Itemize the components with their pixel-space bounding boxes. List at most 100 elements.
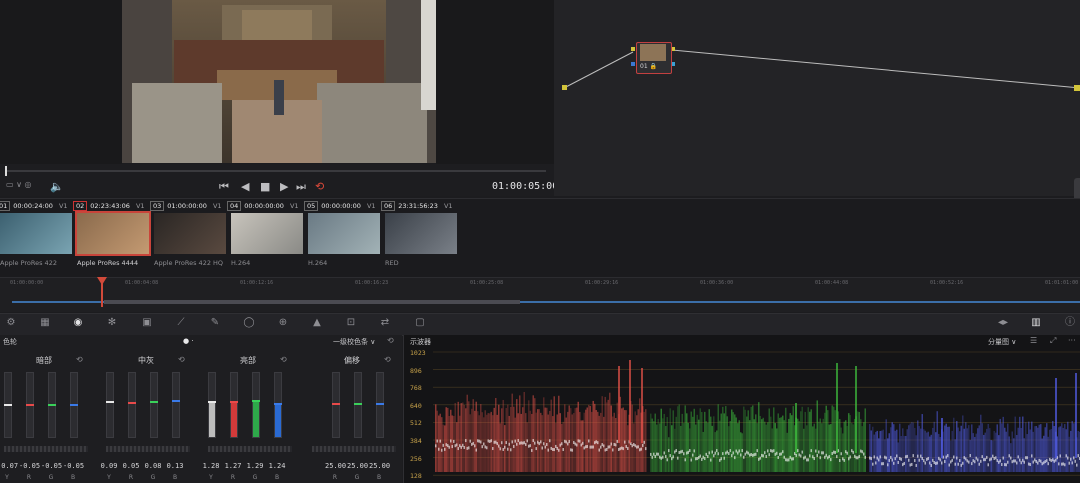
play-button[interactable]: ▶ xyxy=(280,180,288,193)
clip-thumbnail[interactable] xyxy=(308,213,380,254)
sizing-icon[interactable]: ⇄ xyxy=(378,317,392,329)
channel-value[interactable]: 0.13 xyxy=(165,462,185,470)
channel-value[interactable]: 1.27 xyxy=(223,462,243,470)
level-bar[interactable] xyxy=(106,372,114,438)
channel-value[interactable]: 25.00 xyxy=(347,462,368,470)
channel-value[interactable]: 25.00 xyxy=(369,462,390,470)
channel-value[interactable]: -0.05 xyxy=(41,462,62,470)
jump-first-button[interactable]: ⏮ xyxy=(219,180,229,194)
level-bar[interactable] xyxy=(70,372,78,438)
source-input-dot[interactable] xyxy=(562,85,567,90)
channel-value[interactable]: 25.00 xyxy=(325,462,346,470)
reset-all-icon[interactable]: ⟲ xyxy=(387,336,394,345)
parade-waveform xyxy=(433,351,1080,476)
scope-title: 示波器 xyxy=(410,338,431,346)
channel-value[interactable]: -0.05 xyxy=(19,462,40,470)
window-icon[interactable]: ◯ xyxy=(242,317,256,329)
channel-label: Y xyxy=(209,474,213,481)
motion-effects-icon[interactable]: ▣ xyxy=(140,317,154,329)
level-bar[interactable] xyxy=(354,372,362,438)
level-bar[interactable] xyxy=(4,372,12,438)
step-back-button[interactable]: ◀ xyxy=(241,180,249,193)
channel-value[interactable]: 1.28 xyxy=(201,462,221,470)
clip-thumbnail[interactable] xyxy=(231,213,303,254)
channel-value[interactable]: 0.05 xyxy=(121,462,141,470)
level-bar[interactable] xyxy=(208,372,216,438)
channel-value[interactable]: -0.05 xyxy=(63,462,84,470)
wheel-title: 中灰 xyxy=(138,356,154,365)
wheel-reset-icon[interactable]: ⟲ xyxy=(178,355,185,364)
level-bar[interactable] xyxy=(128,372,136,438)
scope-settings-icon[interactable]: ☰ xyxy=(1030,336,1037,345)
channel-label: G xyxy=(150,474,156,481)
level-bar[interactable] xyxy=(48,372,56,438)
loop-button[interactable]: ⟲ xyxy=(315,180,324,193)
split-screen-icon[interactable]: ◂▸ xyxy=(996,317,1010,329)
viewer-scrubber[interactable] xyxy=(6,170,546,172)
stop-button[interactable]: ■ xyxy=(260,180,270,193)
wheel-reset-icon[interactable]: ⟲ xyxy=(384,355,391,364)
channel-value[interactable]: 0.09 xyxy=(99,462,119,470)
level-bar[interactable] xyxy=(172,372,180,438)
level-marker xyxy=(354,403,362,405)
color-wheels-icon[interactable]: ◉ xyxy=(71,317,85,329)
wheel-reset-icon[interactable]: ⟲ xyxy=(76,355,83,364)
clip-thumbnail[interactable] xyxy=(154,213,226,254)
jump-last-button[interactable]: ⏭ xyxy=(296,180,306,194)
curves-icon[interactable]: ⟋ xyxy=(174,317,188,329)
node-editor[interactable] xyxy=(554,0,1080,196)
info-icon[interactable]: ⓘ xyxy=(1063,317,1077,329)
channel-label: R xyxy=(128,474,134,481)
qualifier-icon[interactable]: ✎ xyxy=(208,317,222,329)
rgb-mixer-icon[interactable]: ✻ xyxy=(105,317,119,329)
blur-icon[interactable]: ▲ xyxy=(310,317,324,329)
camera-raw-icon[interactable]: ⚙ xyxy=(4,317,18,329)
clip-codec: RED xyxy=(385,259,399,267)
level-marker xyxy=(230,401,238,404)
channel-value[interactable]: 1.29 xyxy=(245,462,265,470)
three-d-icon[interactable]: ▢ xyxy=(413,317,427,329)
master-wheel-slider[interactable] xyxy=(106,446,190,452)
clip-thumbnail[interactable] xyxy=(0,213,72,254)
level-bar[interactable] xyxy=(252,372,260,438)
wheel-mode-select[interactable]: 一级校色条 ∨ xyxy=(333,337,375,347)
tracker-icon[interactable]: ⊕ xyxy=(276,317,290,329)
node-connections xyxy=(562,47,1080,91)
level-bar[interactable] xyxy=(150,372,158,438)
clip-header: 04 00:00:00:00 V1 xyxy=(227,201,299,211)
playhead-handle[interactable] xyxy=(97,277,107,285)
level-bar[interactable] xyxy=(26,372,34,438)
clip-thumbnail[interactable] xyxy=(75,211,151,256)
output-dot[interactable] xyxy=(1074,85,1080,91)
clip-timecode: 02:23:43:06 xyxy=(90,202,130,210)
scope-mode-select[interactable]: 分量图 ∨ xyxy=(988,337,1016,347)
viewer-options-icon[interactable]: ▭ ∨ ◎ xyxy=(6,180,31,189)
channel-value[interactable]: 0.08 xyxy=(143,462,163,470)
scrubber-handle[interactable] xyxy=(5,166,7,176)
channel-value[interactable]: 1.24 xyxy=(267,462,287,470)
level-fill xyxy=(253,402,259,437)
master-wheel-slider[interactable] xyxy=(312,446,396,452)
mini-timeline[interactable] xyxy=(0,277,1080,312)
viewer-image[interactable] xyxy=(122,0,436,163)
level-bar[interactable] xyxy=(230,372,238,438)
scopes-icon[interactable]: ▥ xyxy=(1029,317,1043,329)
audio-icon[interactable]: 🔈 xyxy=(50,180,64,193)
channel-value[interactable]: -0.07 xyxy=(0,462,18,470)
level-bar[interactable] xyxy=(376,372,384,438)
wheel-reset-icon[interactable]: ⟲ xyxy=(280,355,287,364)
clip-thumbnail[interactable] xyxy=(385,213,457,254)
panel-title: 色轮 xyxy=(3,338,17,346)
master-wheel-slider[interactable] xyxy=(208,446,292,452)
level-bar[interactable] xyxy=(274,372,282,438)
ruler-label: 01:00:12:16 xyxy=(240,280,274,286)
wheel-title: 亮部 xyxy=(240,356,256,365)
more-options-icon[interactable]: ··· xyxy=(1068,336,1076,345)
node-thumbnail xyxy=(640,44,666,61)
timeline-clip-selected[interactable] xyxy=(104,300,520,304)
color-match-icon[interactable]: ▦ xyxy=(38,317,52,329)
master-wheel-slider[interactable] xyxy=(4,446,88,452)
expand-icon[interactable]: ⤢ xyxy=(1050,336,1056,346)
level-bar[interactable] xyxy=(332,372,340,438)
key-icon[interactable]: ⊡ xyxy=(344,317,358,329)
